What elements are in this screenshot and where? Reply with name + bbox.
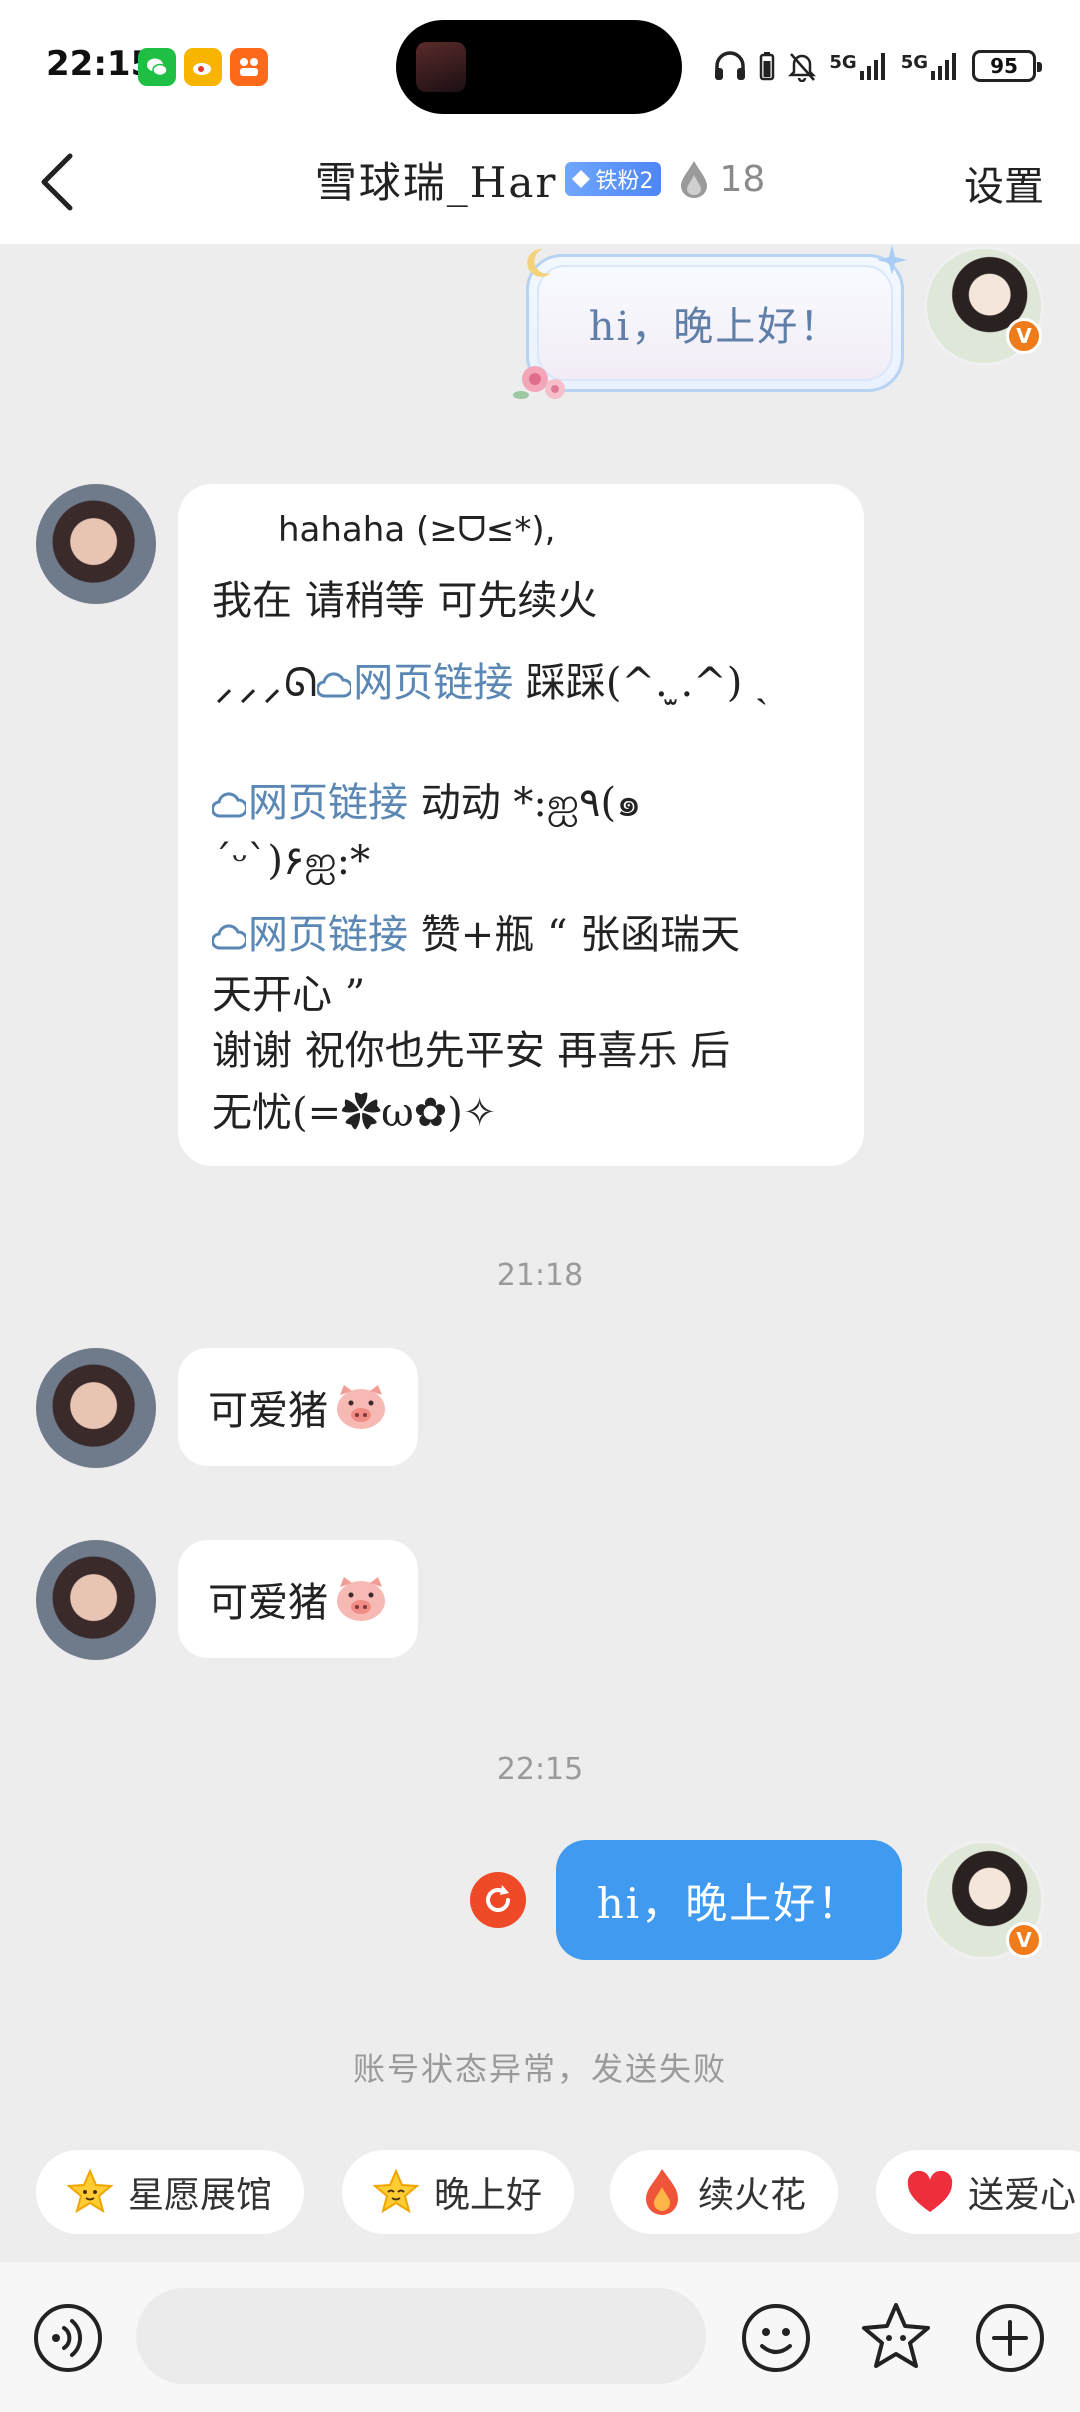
message-line: 我在 请稍等 可先续火 (212, 578, 598, 624)
battery-small-icon (760, 52, 775, 81)
contact-avatar[interactable] (36, 1348, 156, 1468)
flower-icon (513, 366, 565, 399)
sparkle-icon (877, 245, 907, 275)
moon-icon (527, 248, 551, 277)
diamond-icon (572, 170, 591, 188)
media-thumbnail (416, 42, 466, 92)
heart-icon (907, 2170, 953, 2212)
status-bar: 22:15 5G 5G 95 (0, 0, 1080, 120)
fan-level-badge: 铁粉2 (565, 162, 662, 196)
pig-emoji-icon (337, 1385, 385, 1429)
settings-button[interactable]: 设置 (964, 154, 1044, 212)
wechat-icon (138, 48, 176, 86)
signal-2: 5G (901, 51, 960, 81)
retry-icon (486, 1885, 510, 1912)
signal-1: 5G (829, 51, 888, 81)
web-link[interactable]: 网页链接 (353, 660, 513, 706)
chat-header: 雪球瑞_Har 铁粉2 18 设置 (0, 120, 1080, 244)
send-failure-notice: 账号状态异常，发送失败 (352, 2050, 727, 2088)
verified-badge: V (1006, 318, 1042, 354)
mute-bell-icon (788, 53, 817, 82)
quick-chip-good-evening[interactable]: 晚上好 (342, 2150, 575, 2234)
message-line: 无忧(=✿ω✿)✧ (212, 1090, 497, 1136)
link-icon (212, 792, 246, 818)
plus-icon[interactable] (974, 2302, 1046, 2374)
signal-bars-icon (931, 53, 956, 80)
message-line-with-link: 网页链接 动动 *:ஐ٩(๑ (212, 770, 642, 834)
message-line: 天开心 ” (212, 972, 366, 1018)
link-icon (317, 672, 352, 698)
web-link[interactable]: 网页链接 (248, 912, 408, 958)
verified-badge: V (1006, 1922, 1042, 1958)
message-bubble[interactable]: 可爱猪 (178, 1348, 418, 1466)
message-text: hi，晚上好！ (588, 304, 842, 350)
quick-chip-send-love[interactable]: 送爱心 (876, 2150, 1080, 2234)
pig-emoji-icon (337, 1577, 385, 1621)
sent-message-bubble[interactable]: hi，晚上好！ (556, 1840, 902, 1960)
chat-title: 雪球瑞_Har (314, 157, 558, 207)
star-face-icon (66, 2168, 114, 2214)
message-line-with-link: 网页链接 赞+瓶 “ 张函瑞天 (212, 902, 740, 960)
message-input[interactable] (136, 2288, 706, 2384)
resend-button[interactable] (470, 1872, 526, 1928)
signal-bars-icon (859, 53, 885, 80)
star-sticker-icon[interactable] (858, 2300, 934, 2376)
contact-avatar[interactable] (36, 484, 156, 604)
weibo-icon (184, 48, 222, 86)
battery-indicator: 95 (972, 50, 1042, 82)
quick-chip-star-gallery[interactable]: 星愿展馆 (36, 2150, 305, 2234)
message-line: hahaha (≥ᗜ≤*), (278, 510, 556, 550)
input-bar (0, 2262, 1080, 2412)
headphones-icon (715, 51, 746, 80)
web-link[interactable]: 网页链接 (248, 780, 408, 826)
message-line: 谢谢 祝你也先平安 再喜乐 后 (212, 1028, 731, 1074)
emoji-icon[interactable] (740, 2302, 812, 2374)
fire-count: 18 (719, 158, 766, 200)
message-line-with-link: ⸝⸝⸝ᘏ 网页链接 踩踩(^. ̫.^) ˎ (212, 660, 769, 706)
dynamic-island (396, 20, 682, 114)
quick-chip-continue-fire[interactable]: 续火花 (610, 2150, 839, 2234)
timestamp: 22:15 (496, 1752, 584, 1787)
link-icon (212, 924, 246, 950)
app-icon (230, 48, 268, 86)
decorated-message-bubble[interactable]: hi，晚上好！ (513, 245, 907, 399)
chat-title-group[interactable]: 雪球瑞_Har 铁粉2 18 (0, 144, 1080, 214)
status-icons: 5G 5G 95 (713, 46, 1042, 86)
flame-icon (646, 2169, 678, 2215)
message-bubble[interactable]: 可爱猪 (178, 1540, 418, 1658)
message-line: ´ᵕ`)۶ஐ:* (212, 838, 371, 884)
timestamp: 21:18 (496, 1258, 584, 1293)
flame-drop-icon (681, 161, 708, 198)
star-face-icon (372, 2168, 420, 2214)
contact-avatar[interactable] (36, 1540, 156, 1660)
voice-icon[interactable] (32, 2302, 104, 2374)
long-message-bubble[interactable]: hahaha (≥ᗜ≤*), 我在 请稍等 可先续火 ⸝⸝⸝ᘏ 网页链接 踩踩(^… (178, 484, 864, 1166)
